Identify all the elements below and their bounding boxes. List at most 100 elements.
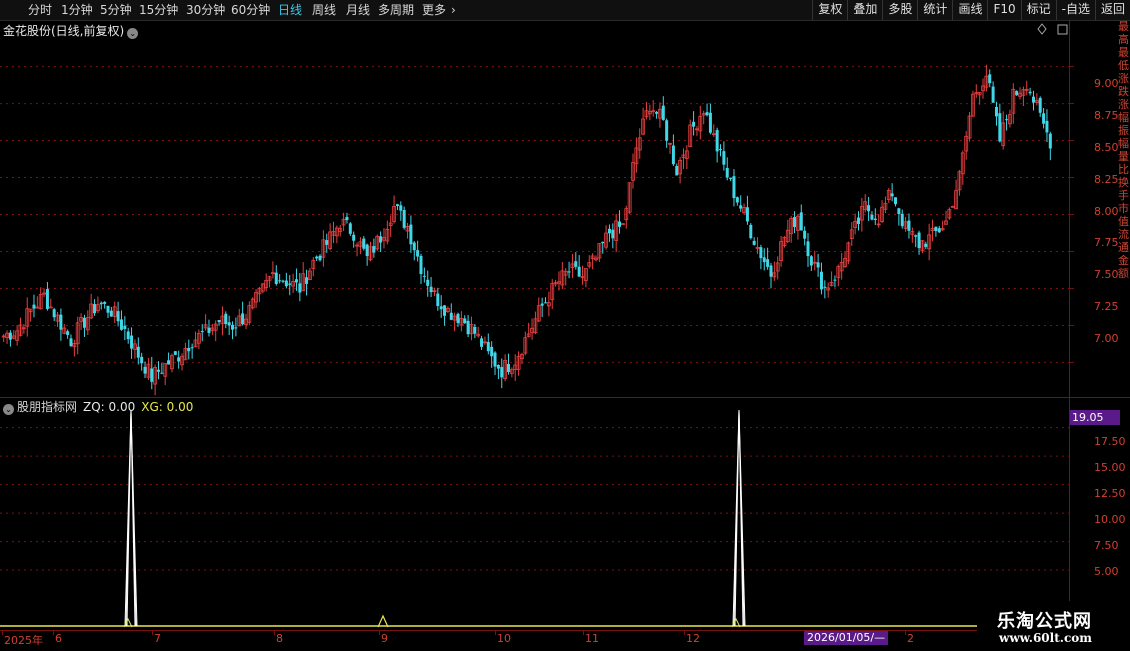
candle-body: [419, 255, 423, 275]
candle-body: [934, 226, 938, 232]
panel-toggle-icon[interactable]: [1057, 24, 1068, 35]
time-axis-label: 6: [55, 632, 62, 645]
candle-body: [426, 279, 430, 286]
candle-body: [66, 331, 70, 335]
candle-body: [1045, 120, 1049, 133]
candle-body: [48, 306, 53, 309]
candle-body: [288, 283, 292, 285]
candle-body: [399, 205, 403, 211]
candle-body: [739, 205, 743, 209]
candle-body: [140, 356, 144, 364]
candle-body: [372, 246, 376, 253]
time-axis-label: 2025年: [4, 634, 43, 647]
candle-body: [799, 212, 803, 231]
candle-body: [224, 313, 228, 325]
candle-body: [150, 368, 154, 382]
candle-body: [917, 232, 921, 249]
candle-body: [671, 145, 675, 165]
candle-body: [725, 167, 729, 178]
candle-body: [93, 304, 97, 314]
time-axis-tick: [274, 631, 275, 635]
candle-body: [486, 342, 490, 352]
price-axis-label: 8.75: [1094, 108, 1119, 122]
indicator-title[interactable]: ⌄ 股朋指标网 ZQ: 0.00 XG: 0.00: [3, 398, 193, 415]
candle-body: [436, 293, 440, 307]
price-axis-label: 8.00: [1094, 204, 1119, 218]
indicator-max-badge: 19.05: [1070, 410, 1120, 425]
candle-body: [99, 302, 103, 305]
candle-body: [823, 286, 827, 288]
candle-body: [988, 74, 992, 84]
candle-body: [567, 271, 571, 273]
candle-body: [607, 228, 611, 234]
candle-body: [318, 255, 322, 261]
watermark-logo: 乐淘公式网 www.60lt.com: [977, 601, 1130, 650]
candle-body: [907, 220, 911, 231]
candle-body: [422, 275, 426, 277]
price-axis-label: 8.50: [1094, 140, 1119, 154]
time-axis-tick: [495, 631, 496, 635]
candle-body: [187, 347, 191, 352]
candle-body: [352, 234, 356, 241]
time-axis-tick: [152, 631, 153, 635]
candle-body: [655, 111, 659, 114]
candle-body: [429, 286, 433, 293]
candle-body: [274, 272, 278, 284]
candle-body: [473, 326, 477, 334]
candle-body: [897, 208, 901, 214]
candle-body: [665, 120, 669, 141]
candle-body: [544, 302, 548, 304]
candle-body: [506, 363, 510, 373]
candle-body: [809, 256, 813, 266]
price-axis-label: 7.25: [1094, 300, 1119, 314]
chart-canvas[interactable]: [0, 0, 1130, 650]
time-axis-label: 8: [276, 632, 283, 645]
candle-body: [661, 105, 665, 120]
price-axis-label: 8.25: [1094, 172, 1119, 186]
candle-body: [890, 193, 894, 197]
candle-body: [143, 366, 147, 374]
candle-body: [752, 240, 756, 245]
candle-body: [116, 311, 120, 322]
indicator-axis-label: 10.00: [1094, 513, 1126, 526]
candle-body: [466, 320, 470, 335]
indicator-axis-label: 12.50: [1094, 487, 1126, 500]
candle-body: [45, 289, 49, 309]
indicator-axis-label: 7.50: [1094, 539, 1119, 552]
candle-body: [379, 236, 383, 243]
candle-body: [618, 221, 622, 227]
candle-body: [284, 280, 288, 287]
candle-body: [894, 197, 898, 205]
candle-body: [123, 325, 127, 330]
candle-body: [994, 106, 998, 117]
candle-body: [439, 306, 443, 310]
candle-body: [190, 347, 194, 349]
candle-body: [402, 210, 406, 228]
candle-body: [443, 305, 447, 316]
diamond-icon[interactable]: [1037, 23, 1047, 35]
candle-body: [1042, 113, 1046, 124]
candle-body: [766, 259, 770, 267]
indicator-name: 股朋指标网: [17, 400, 78, 414]
candle-body: [463, 318, 467, 324]
candle-body: [416, 250, 420, 257]
candle-body: [745, 207, 749, 222]
candle-body: [480, 338, 484, 347]
candle-body: [500, 367, 504, 378]
candle-body: [806, 241, 810, 257]
candle-body: [200, 331, 204, 333]
xg-value: XG: 0.00: [141, 400, 194, 414]
candle-body: [52, 309, 56, 318]
candle-body: [735, 197, 739, 203]
candle-body: [819, 271, 823, 290]
candle-body: [924, 243, 928, 247]
time-axis-tick: [2, 631, 3, 635]
candle-body: [82, 317, 86, 328]
time-axis-tick: [379, 631, 380, 635]
candle-body: [1015, 90, 1019, 96]
price-axis-label: 7.75: [1094, 236, 1119, 250]
candle-body: [362, 238, 366, 249]
chevron-down-icon[interactable]: ⌄: [3, 404, 14, 415]
time-axis-tick: [905, 631, 906, 635]
candle-body: [719, 149, 723, 151]
